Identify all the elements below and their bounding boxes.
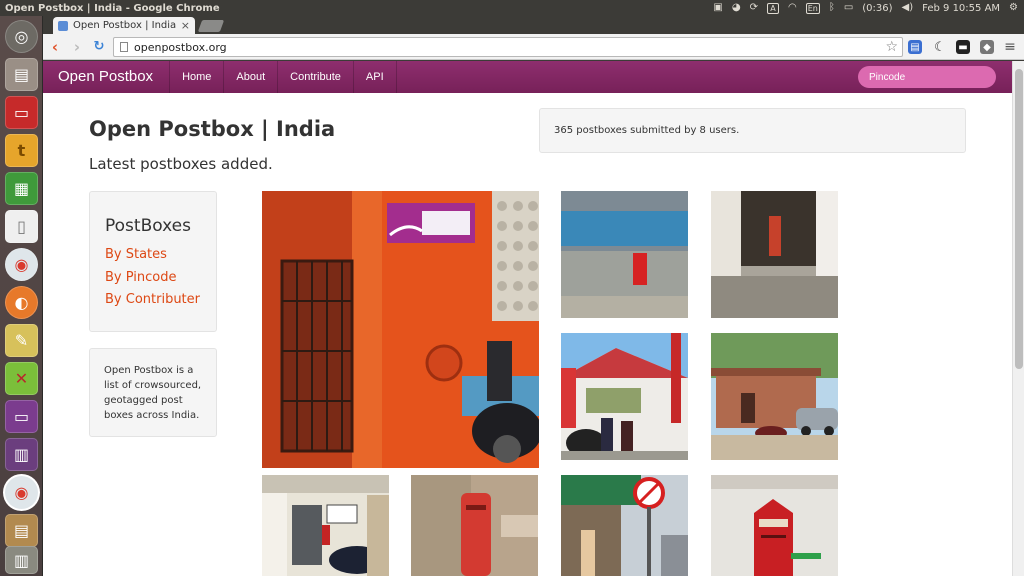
wifi-icon[interactable]: ◠ (788, 3, 797, 13)
window-title: Open Postbox | India - Google Chrome (5, 2, 220, 14)
google-chrome-icon[interactable]: ◉ (5, 476, 38, 509)
firefox-icon[interactable]: ◐ (5, 286, 38, 319)
browser-tab-active[interactable]: Open Postbox | India × (53, 17, 195, 34)
bookmark-star-icon[interactable]: ☆ (885, 39, 898, 55)
messaging-icon[interactable]: ▣ (713, 3, 722, 13)
site-brand[interactable]: Open Postbox (43, 61, 169, 93)
battery-time[interactable]: (0:36) (862, 3, 892, 14)
keyboard-layout-indicator[interactable]: En (805, 2, 820, 14)
ubuntu-dash-icon[interactable]: ◎ (5, 20, 38, 53)
postbox-photo-8[interactable] (561, 475, 688, 576)
browser-tab-strip: Open Postbox | India × (43, 16, 1024, 34)
nav-api[interactable]: API (352, 61, 397, 93)
tab-close-icon[interactable]: × (181, 19, 190, 32)
extension-incognito-glasses-icon[interactable]: ▬ (956, 40, 970, 54)
browser-toolbar: ‹ › ↻ openpostbox.org ☆ ▤ ☾ ▬ ◆ ≡ (43, 34, 1024, 60)
postbox-photo-9[interactable] (711, 475, 838, 576)
volume-icon[interactable]: ◀) (902, 3, 914, 13)
presentation-icon[interactable]: ▥ (5, 438, 38, 471)
text-document-icon[interactable]: ▯ (5, 210, 38, 243)
battery-icon[interactable]: ▭ (844, 3, 853, 13)
reload-icon[interactable]: ↻ (89, 37, 109, 57)
new-tab-button[interactable] (197, 20, 225, 32)
stats-box: 365 postboxes submitted by 8 users. (539, 108, 966, 153)
page-scrollbar[interactable] (1012, 61, 1024, 576)
power-gear-icon[interactable]: ⚙ (1009, 3, 1018, 13)
postboxes-nav-panel: PostBoxes By States By Pincode By Contri… (89, 191, 217, 332)
spreadsheet-icon[interactable]: ▦ (5, 172, 38, 205)
extension-night-mode-icon[interactable]: ☾ (933, 40, 947, 55)
system-top-panel: Open Postbox | India - Google Chrome ▣ ◕… (0, 0, 1024, 16)
cleaner-icon[interactable]: ✎ (5, 324, 38, 357)
postbox-photo-7[interactable] (411, 475, 538, 576)
font-indicator-icon[interactable]: A (766, 2, 779, 14)
postbox-photo-3[interactable] (711, 191, 838, 318)
postbox-photo-6[interactable] (262, 475, 389, 576)
postbox-photo-featured[interactable] (262, 191, 539, 468)
bluetooth-icon[interactable]: ᛒ (829, 3, 835, 13)
postbox-photo-4[interactable] (561, 333, 688, 460)
sync-icon[interactable]: ⟳ (750, 3, 758, 13)
nav-home[interactable]: Home (169, 61, 223, 93)
link-by-pincode[interactable]: By Pincode (105, 267, 216, 290)
dropbox-icon[interactable]: ◕ (732, 3, 741, 13)
pincode-search-input[interactable] (858, 66, 996, 88)
chromium-icon[interactable]: ◉ (5, 248, 38, 281)
address-bar[interactable]: openpostbox.org ☆ (113, 37, 903, 57)
postbox-photo-2[interactable] (561, 191, 688, 318)
trash-icon[interactable]: ▥ (5, 546, 38, 574)
chrome-menu-icon[interactable]: ≡ (1003, 39, 1017, 55)
link-by-states[interactable]: By States (105, 244, 216, 267)
tools-icon[interactable]: ✕ (5, 362, 38, 395)
extension-translate-icon[interactable]: ▤ (908, 40, 922, 54)
postbox-photo-5[interactable] (711, 333, 838, 460)
site-favicon-icon (58, 20, 68, 31)
nav-contribute[interactable]: Contribute (277, 61, 353, 93)
scrollbar-thumb[interactable] (1015, 69, 1023, 369)
forward-arrow-icon[interactable]: › (67, 37, 87, 57)
web-page: Open Postbox Home About Contribute API O… (43, 61, 1012, 576)
nav-about[interactable]: About (223, 61, 277, 93)
about-panel: Open Postbox is a list of crowsourced, g… (89, 348, 217, 437)
unity-launcher: ◎ ▤ ▭ t ▦ ▯ ◉ ◐ ✎ ✕ ▭ ▥ ◉ ▤ ▥ (0, 16, 43, 576)
workspace-switcher-icon[interactable]: ▭ (5, 400, 38, 433)
extension-shield-icon[interactable]: ◆ (980, 40, 994, 54)
indicator-area: ▣ ◕ ⟳ A ◠ En ᛒ ▭ (0:36) ◀) Feb 9 10:55 A… (713, 2, 1024, 14)
file-manager-icon[interactable]: ▤ (5, 58, 38, 91)
clock[interactable]: Feb 9 10:55 AM (922, 3, 1000, 14)
page-icon (120, 42, 128, 52)
link-by-contributer[interactable]: By Contributer (105, 289, 216, 312)
page-title: Open Postbox | India (89, 117, 336, 141)
tomboy-notes-icon[interactable]: t (5, 134, 38, 167)
site-navbar: Open Postbox Home About Contribute API (43, 61, 1012, 93)
terminal-icon[interactable]: ▭ (5, 96, 38, 129)
page-subtitle: Latest postboxes added. (89, 155, 273, 173)
system-tool-icon[interactable]: ▤ (5, 514, 38, 547)
tab-title: Open Postbox | India (73, 20, 177, 31)
postboxes-heading: PostBoxes (105, 216, 191, 236)
back-arrow-icon[interactable]: ‹ (45, 37, 65, 57)
address-bar-url: openpostbox.org (134, 40, 227, 54)
